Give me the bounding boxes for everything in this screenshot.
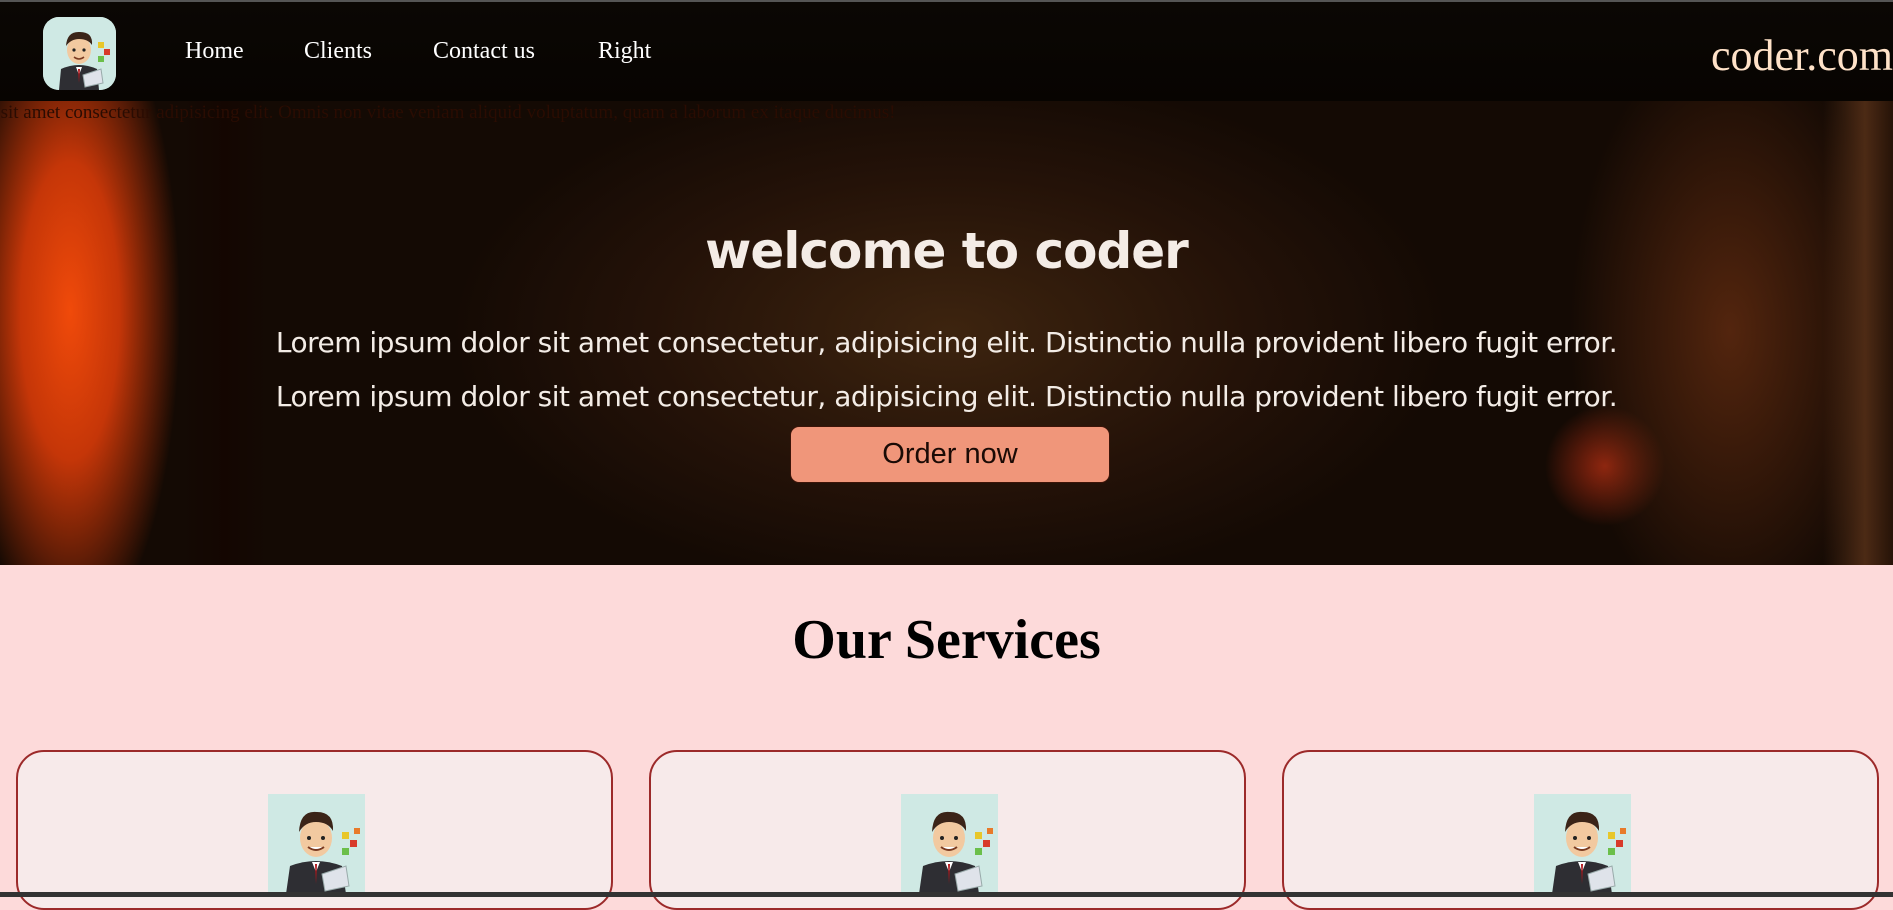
nav-contact-us[interactable]: Contact us	[433, 38, 535, 65]
brand-name: coder.com	[1710, 31, 1893, 80]
marquee-text: or sit amet consectetur adipisicing elit…	[0, 102, 896, 123]
hero-title: welcome to coder	[705, 222, 1189, 280]
navbar: Home Clients Contact us Right coder.com	[0, 2, 1893, 101]
hero-text-line-1: Lorem ipsum dolor sit amet consectetur, …	[275, 326, 1618, 359]
cartoon-businessman-icon	[43, 17, 116, 90]
logo[interactable]	[43, 17, 116, 90]
cartoon-businessman-icon	[268, 794, 365, 894]
service-card-image	[1534, 794, 1631, 894]
cartoon-businessman-icon	[901, 794, 998, 894]
service-card[interactable]	[1282, 750, 1879, 910]
order-now-button[interactable]: Order now	[790, 426, 1110, 483]
nav-right[interactable]: Right	[598, 38, 651, 65]
nav-clients[interactable]: Clients	[304, 38, 372, 65]
hero-text-line-2: Lorem ipsum dolor sit amet consectetur, …	[275, 380, 1618, 413]
nav-home[interactable]: Home	[185, 38, 244, 65]
services-title: Our Services	[792, 609, 1101, 671]
service-card[interactable]	[649, 750, 1246, 910]
service-card-image	[901, 794, 998, 894]
service-card-image	[268, 794, 365, 894]
window-bottom-border	[0, 892, 1893, 897]
cartoon-businessman-icon	[1534, 794, 1631, 894]
service-card[interactable]	[16, 750, 613, 910]
